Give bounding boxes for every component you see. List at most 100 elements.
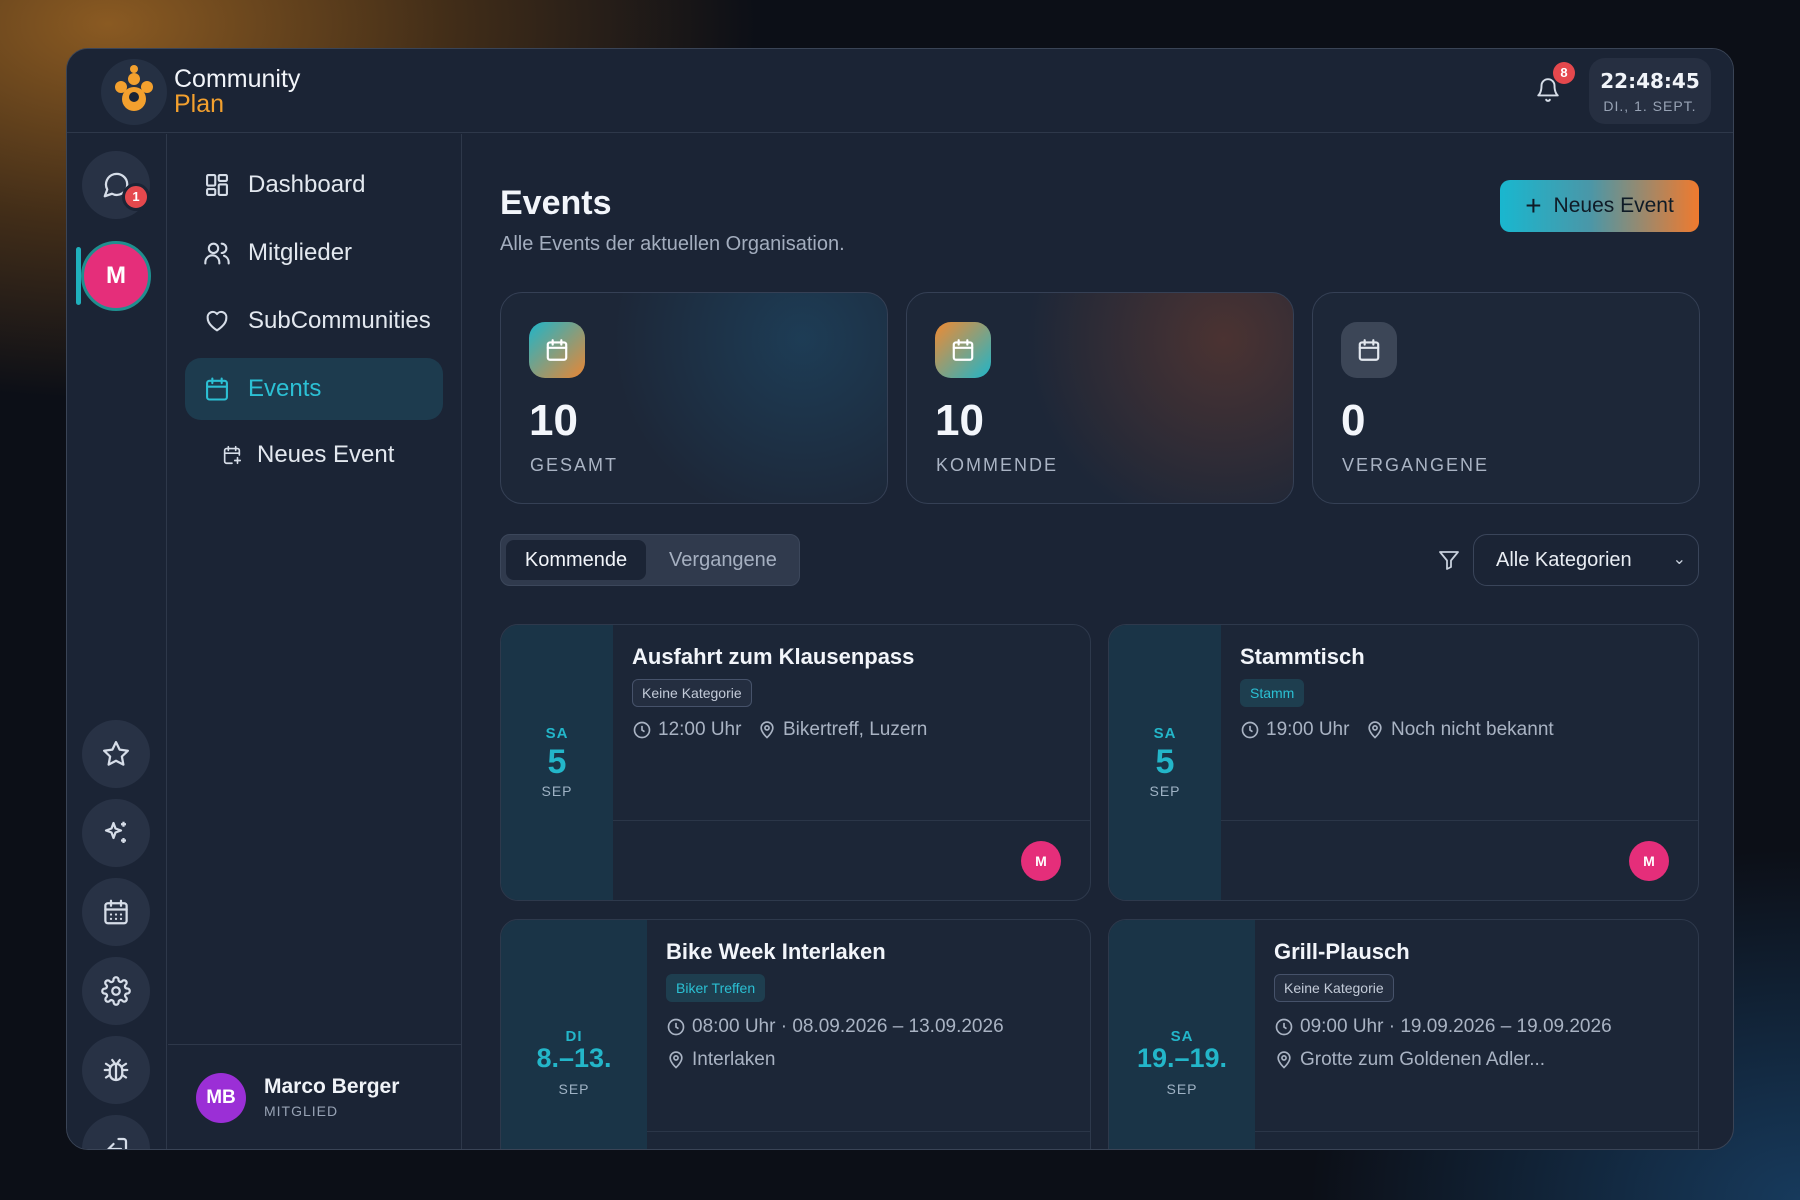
tab-upcoming[interactable]: Kommende <box>506 540 646 580</box>
event-title: Stammtisch <box>1240 644 1365 669</box>
event-time: 09:00 Uhr · 19.09.2026 – 19.09.2026 <box>1274 1016 1612 1038</box>
event-time-text: 19:00 Uhr <box>1266 719 1350 740</box>
new-event-button-label: Neues Event <box>1553 194 1674 217</box>
favorites-button[interactable] <box>82 720 150 788</box>
highlights-button[interactable] <box>82 799 150 867</box>
bug-report-button[interactable] <box>82 1036 150 1104</box>
event-location-text: Interlaken <box>692 1049 776 1070</box>
stat-label: KOMMENDE <box>936 455 1059 475</box>
tab-past[interactable]: Vergangene <box>651 540 795 580</box>
event-month: SEP <box>1166 1081 1198 1097</box>
calendar-icon <box>1341 322 1397 378</box>
nav-item-label: Neues Event <box>257 441 395 468</box>
event-time: 08:00 Uhr · 08.09.2026 – 13.09.2026 <box>666 1016 1004 1038</box>
event-time-text: 09:00 Uhr · 19.09.2026 – 19.09.2026 <box>1300 1016 1612 1037</box>
event-time: 19:00 Uhr <box>1240 719 1349 741</box>
event-title: Bike Week Interlaken <box>666 939 886 964</box>
event-month: SEP <box>541 783 573 799</box>
clock-widget: 22:48:45 DI., 1. SEPT. <box>1589 58 1711 124</box>
event-day: 19.–19. <box>1136 1043 1228 1073</box>
event-date: SA 19.–19. SEP <box>1109 920 1255 1149</box>
event-month: SEP <box>1149 783 1181 799</box>
event-weekday: SA <box>545 725 569 742</box>
event-card-footer: M <box>1221 820 1698 900</box>
nav-item-new-event[interactable]: Neues Event <box>203 424 461 486</box>
event-date: SA 5 SEP <box>1109 625 1221 900</box>
calendar-grid-icon <box>104 899 128 925</box>
clock-icon <box>1275 1018 1293 1036</box>
stat-card-total: 10 GESAMT <box>500 292 888 504</box>
page-title: Events <box>500 184 612 222</box>
stat-value: 10 <box>529 396 578 445</box>
filter-icon[interactable] <box>1437 548 1461 572</box>
clock-icon <box>667 1018 685 1036</box>
event-location-text: Bikertreff, Luzern <box>783 719 928 740</box>
app-name-line1: Community <box>174 65 301 93</box>
clock-icon <box>1241 721 1259 739</box>
calendar-icon <box>529 322 585 378</box>
participant-avatar[interactable]: M <box>1021 841 1061 881</box>
user-name: Marco Berger <box>264 1075 400 1098</box>
users-icon <box>204 242 230 265</box>
event-date: DI 8.–13. SEP <box>501 920 647 1149</box>
map-pin-icon <box>1277 1051 1291 1069</box>
stat-value: 10 <box>935 396 984 445</box>
chat-badge: 1 <box>122 183 150 211</box>
dashboard-icon <box>206 174 228 196</box>
stat-label: VERGANGENE <box>1342 455 1490 475</box>
event-day: 8.–13. <box>536 1043 612 1073</box>
user-profile[interactable]: MB Marco Berger MITGLIED <box>168 1044 461 1149</box>
participant-avatar[interactable]: M <box>1629 841 1669 881</box>
star-icon <box>103 741 129 766</box>
map-pin-icon <box>669 1051 683 1069</box>
calendar-button[interactable] <box>82 878 150 946</box>
category-select[interactable]: Alle Kategorien ⌄ <box>1473 534 1699 586</box>
calendar-icon <box>206 377 228 401</box>
app-name-line2: Plan <box>174 90 225 118</box>
nav-item-events[interactable]: Events <box>185 358 443 420</box>
settings-button[interactable] <box>82 957 150 1025</box>
event-month: SEP <box>558 1081 590 1097</box>
chevron-down-icon: ⌄ <box>1672 551 1686 568</box>
event-card[interactable]: DI 8.–13. SEP Bike Week Interlaken Biker… <box>500 919 1091 1149</box>
event-card-footer <box>647 1131 1090 1149</box>
clock-date: DI., 1. SEPT. <box>1603 98 1697 114</box>
app-window: Community Plan 8 22:48:45 DI., 1. SEPT. … <box>66 48 1734 1150</box>
event-time: 12:00 Uhr <box>632 719 741 741</box>
event-card[interactable]: SA 19.–19. SEP Grill-Plausch Keine Kateg… <box>1108 919 1699 1149</box>
event-card-footer <box>1255 1131 1698 1149</box>
calendar-plus-icon <box>223 445 242 465</box>
event-card[interactable]: SA 5 SEP Ausfahrt zum Klausenpass Keine … <box>500 624 1091 901</box>
user-avatar: MB <box>196 1073 246 1123</box>
logo-icon[interactable] <box>101 59 167 125</box>
event-date: SA 5 SEP <box>501 625 613 900</box>
event-tabs: Kommende Vergangene <box>500 534 800 586</box>
nav-item-label: SubCommunities <box>248 307 431 334</box>
nav-item-label: Mitglieder <box>248 239 353 266</box>
nav-item-subcommunities[interactable]: SubCommunities <box>185 290 443 352</box>
category-tag: Keine Kategorie <box>1274 974 1394 1002</box>
plus-icon: + <box>1525 190 1542 221</box>
event-weekday: SA <box>1153 725 1177 742</box>
new-event-button[interactable]: + Neues Event <box>1500 180 1699 232</box>
event-time-text: 08:00 Uhr · 08.09.2026 – 13.09.2026 <box>692 1016 1004 1037</box>
heart-icon <box>206 310 228 332</box>
organization-avatar[interactable]: M <box>81 241 151 311</box>
stat-card-past: 0 VERGANGENE <box>1312 292 1700 504</box>
event-time-text: 12:00 Uhr <box>658 719 742 740</box>
event-location: Noch nicht bekannt <box>1365 719 1554 741</box>
nav-item-dashboard[interactable]: Dashboard <box>185 154 443 216</box>
nav-item-members[interactable]: Mitglieder <box>185 222 443 284</box>
logout-button[interactable] <box>82 1115 150 1149</box>
clock-time: 22:48:45 <box>1600 69 1700 93</box>
event-day: 5 <box>547 743 567 781</box>
category-tag: Keine Kategorie <box>632 679 752 707</box>
event-location: Interlaken <box>666 1049 775 1071</box>
event-location-text: Noch nicht bekannt <box>1391 719 1554 740</box>
page-subtitle: Alle Events der aktuellen Organisation. <box>500 233 845 255</box>
category-tag: Stamm <box>1240 679 1305 707</box>
sidebar-nav: Dashboard Mitglieder SubCommunities Even… <box>168 134 462 1149</box>
category-tag: Biker Treffen <box>666 974 766 1002</box>
map-pin-icon <box>1368 721 1382 739</box>
event-card[interactable]: SA 5 SEP Stammtisch Stamm 19:00 Uhr Noch… <box>1108 624 1699 901</box>
